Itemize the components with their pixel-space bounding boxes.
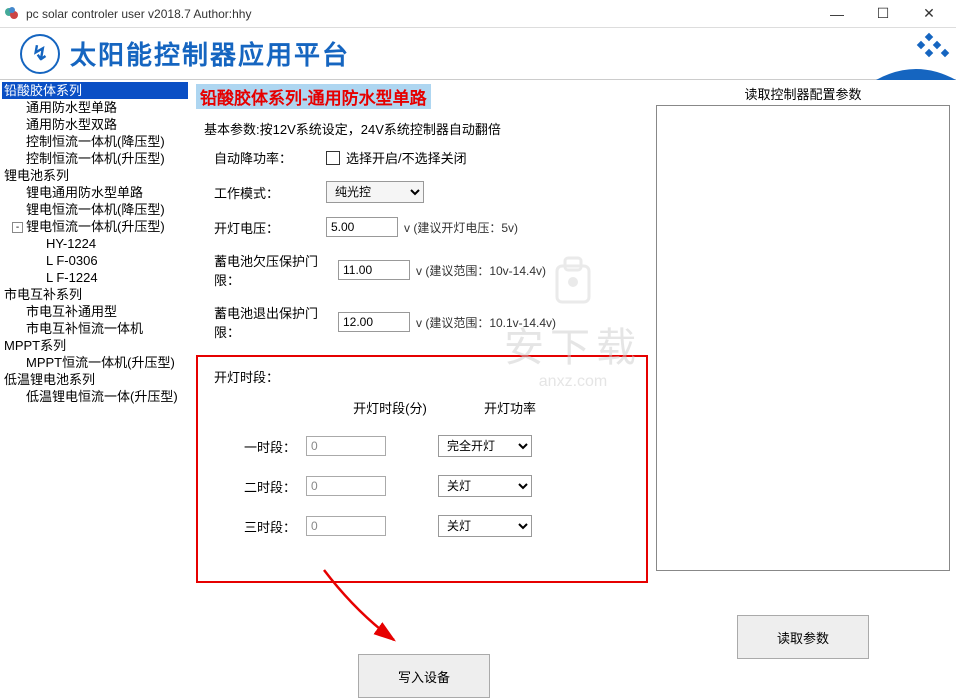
logo-icon: ↯	[20, 34, 60, 74]
undervolt-label: 蓄电池欠压保护门限：	[214, 251, 338, 289]
schedule-title: 开灯时段：	[214, 367, 630, 386]
schedule-box: 开灯时段： 开灯时段(分) 开灯功率 一时段：完全开灯二时段：关灯三时段：关灯	[196, 355, 648, 583]
tree-root-item[interactable]: 市电互补系列	[2, 286, 188, 303]
undervolt-input[interactable]	[338, 260, 410, 280]
window-controls: — ☐ ✕	[814, 0, 952, 28]
tree-root-item[interactable]: 锂电池系列	[2, 167, 188, 184]
period-label: 一时段：	[214, 437, 306, 456]
tree-child-item[interactable]: 市电互补通用型	[2, 303, 188, 320]
tree-child-item[interactable]: 控制恒流一体机(升压型)	[2, 150, 188, 167]
tree-root-item[interactable]: 铅酸胶体系列	[2, 82, 188, 99]
on-voltage-label: 开灯电压：	[214, 218, 326, 237]
write-device-button[interactable]: 写入设备	[358, 654, 490, 698]
undervolt-hint: v (建议范围：10v-14.4v)	[416, 262, 546, 279]
work-mode-label: 工作模式：	[214, 183, 326, 202]
titlebar: pc solar controler user v2018.7 Author:h…	[0, 0, 956, 28]
banner-title: 太阳能控制器应用平台	[70, 35, 350, 72]
tree-child-item[interactable]: 低温锂电恒流一体(升压型)	[2, 388, 188, 405]
col-time-header: 开灯时段(分)	[330, 398, 450, 417]
sidebar-tree: 铅酸胶体系列通用防水型单路通用防水型双路控制恒流一体机(降压型)控制恒流一体机(…	[0, 80, 190, 648]
period-minutes-input[interactable]	[306, 516, 386, 536]
work-mode-select[interactable]: 纯光控	[326, 181, 424, 203]
exit-hint: v (建议范围：10.1v-14.4v)	[416, 314, 556, 331]
col-power-header: 开灯功率	[450, 398, 570, 417]
tree-child-item[interactable]: -锂电恒流一体机(升压型)	[2, 218, 188, 235]
window-title: pc solar controler user v2018.7 Author:h…	[26, 7, 814, 21]
period-label: 二时段：	[214, 477, 306, 496]
app-icon	[4, 6, 20, 22]
tree-grandchild-item[interactable]: L F-1224	[2, 269, 188, 286]
period-label: 三时段：	[214, 517, 306, 536]
form-panel: 铅酸胶体系列-通用防水型单路 基本参数:按12V系统设定，24V系统控制器自动翻…	[196, 84, 648, 644]
tree-child-item[interactable]: 通用防水型单路	[2, 99, 188, 116]
output-textarea[interactable]	[656, 105, 950, 571]
period-power-select[interactable]: 完全开灯	[438, 435, 532, 457]
period-row: 二时段： 关灯	[214, 475, 630, 497]
read-params-button[interactable]: 读取参数	[737, 615, 869, 659]
exit-input[interactable]	[338, 312, 410, 332]
params-note: 基本参数:按12V系统设定，24V系统控制器自动翻倍	[204, 119, 648, 138]
auto-power-checkbox[interactable]	[326, 151, 340, 165]
exit-label: 蓄电池退出保护门限：	[214, 303, 338, 341]
right-panel-title: 读取控制器配置参数	[656, 84, 950, 103]
tree-expander-icon[interactable]: -	[12, 222, 23, 233]
tree-child-item[interactable]: 市电互补恒流一体机	[2, 320, 188, 337]
period-row: 三时段： 关灯	[214, 515, 630, 537]
tree-child-item[interactable]: 通用防水型双路	[2, 116, 188, 133]
header-banner: ↯ 太阳能控制器应用平台	[0, 28, 956, 80]
tree-grandchild-item[interactable]: HY-1224	[2, 235, 188, 252]
period-power-select[interactable]: 关灯	[438, 515, 532, 537]
breadcrumb: 铅酸胶体系列-通用防水型单路	[196, 84, 431, 109]
minimize-button[interactable]: —	[814, 0, 860, 28]
period-minutes-input[interactable]	[306, 476, 386, 496]
auto-power-label: 自动降功率：	[214, 148, 326, 167]
close-button[interactable]: ✕	[906, 0, 952, 28]
period-power-select[interactable]: 关灯	[438, 475, 532, 497]
right-panel: 读取控制器配置参数 读取参数	[656, 84, 950, 644]
corner-decoration	[876, 28, 956, 80]
tree-child-item[interactable]: 锂电通用防水型单路	[2, 184, 188, 201]
tree-child-item[interactable]: 控制恒流一体机(降压型)	[2, 133, 188, 150]
auto-power-text: 选择开启/不选择关闭	[346, 148, 467, 167]
on-voltage-hint: v (建议开灯电压：5v)	[404, 219, 518, 236]
on-voltage-input[interactable]	[326, 217, 398, 237]
tree-child-item[interactable]: MPPT恒流一体机(升压型)	[2, 354, 188, 371]
tree-root-item[interactable]: MPPT系列	[2, 337, 188, 354]
period-minutes-input[interactable]	[306, 436, 386, 456]
tree-child-item[interactable]: 锂电恒流一体机(降压型)	[2, 201, 188, 218]
tree-grandchild-item[interactable]: L F-0306	[2, 252, 188, 269]
tree-root-item[interactable]: 低温锂电池系列	[2, 371, 188, 388]
period-row: 一时段： 完全开灯	[214, 435, 630, 457]
maximize-button[interactable]: ☐	[860, 0, 906, 28]
